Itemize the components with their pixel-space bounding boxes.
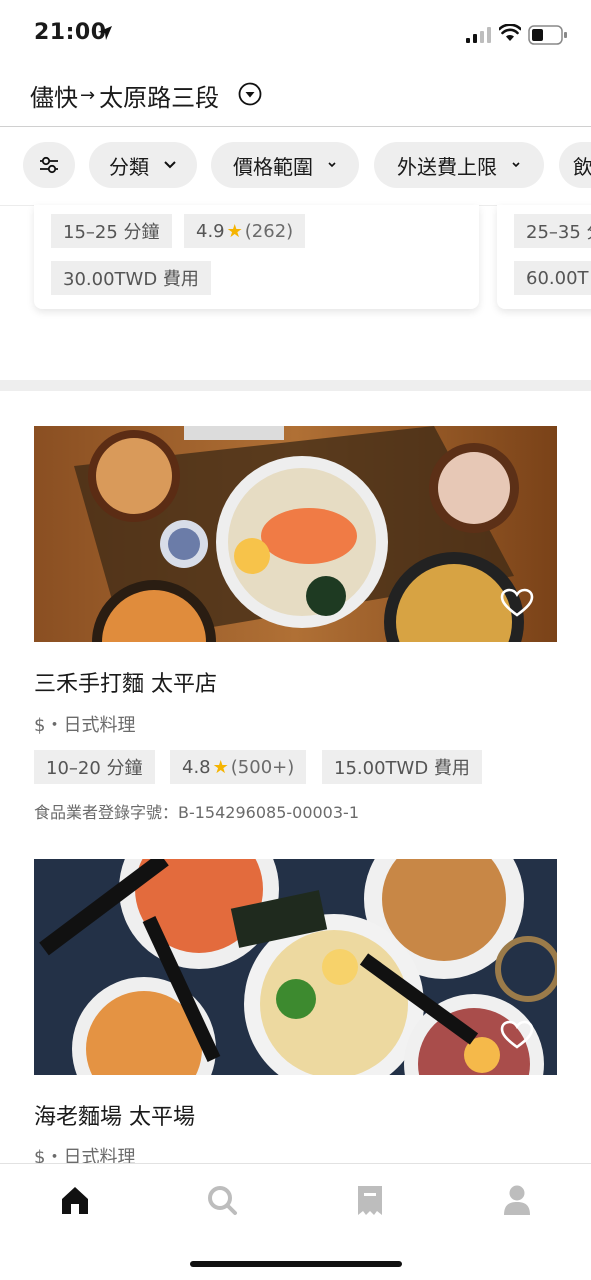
filter-more-label: 飲 (573, 154, 591, 179)
ramen-photo (34, 426, 557, 642)
delivery-fee-text: 15.00TWD 費用 (334, 758, 470, 779)
delivery-time-tag: 15–25 分鐘 (51, 214, 172, 248)
nav-orders-button[interactable] (350, 1180, 390, 1220)
favorite-heart-icon[interactable] (500, 1020, 534, 1050)
battery-icon (528, 25, 567, 45)
home-icon (62, 1187, 88, 1214)
delivery-time-tag: 10–20 分鐘 (34, 750, 155, 784)
filter-category-label: 分類 (109, 154, 149, 179)
route-arrow: → (80, 85, 96, 106)
nav-home-button[interactable] (55, 1180, 95, 1220)
star-icon: ★ (226, 220, 243, 242)
orders-icon (358, 1186, 382, 1215)
chevron-down-icon (328, 162, 336, 168)
restaurant-category: $・日式料理 (34, 715, 136, 736)
favorite-heart-icon[interactable] (500, 588, 534, 618)
dropdown-circle-icon[interactable] (238, 82, 262, 106)
delivery-header: 儘快 → 太原路三段 (0, 66, 591, 126)
delivery-fee-text: 30.00TWD 費用 (63, 269, 199, 290)
location-arrow-icon (98, 26, 112, 40)
nav-account-button[interactable] (497, 1180, 537, 1220)
account-icon (504, 1185, 530, 1215)
restaurant-image[interactable] (34, 426, 557, 642)
delivery-time-text: 25–35 分 (526, 222, 591, 243)
restaurant-image[interactable] (34, 859, 557, 1075)
filter-bar: 分類 價格範圍 外送費上限 飲 (0, 127, 591, 205)
delivery-fee-text: 60.00T (526, 267, 589, 289)
delivery-address-selector[interactable]: 儘快 → 太原路三段 (30, 78, 219, 113)
delivery-time-text: 15–25 分鐘 (63, 222, 160, 243)
filter-settings-button[interactable] (23, 142, 75, 188)
restaurant-name[interactable]: 三禾手打麵 太平店 (34, 666, 217, 698)
rating-value: 4.8 (182, 756, 211, 778)
delivery-fee-tag: 30.00TWD 費用 (51, 261, 211, 295)
restaurant-name[interactable]: 海老麵場 太平場 (34, 1099, 195, 1131)
delivery-time-tag: 25–35 分 (514, 214, 591, 248)
rating-value: 4.9 (196, 220, 225, 242)
section-separator (0, 380, 591, 391)
home-indicator (190, 1261, 402, 1267)
star-icon: ★ (212, 756, 229, 778)
sliders-icon (40, 156, 58, 174)
filter-delivery-fee-button[interactable]: 外送費上限 (374, 142, 544, 188)
food-business-registration: 食品業者登錄字號：B-154296085-00003-1 (34, 803, 359, 822)
review-count: (500+) (230, 756, 295, 778)
delivery-time-text: 10–20 分鐘 (46, 758, 143, 779)
filter-fee-label: 外送費上限 (397, 154, 497, 179)
delivery-time-label: 儘快 (30, 84, 78, 112)
filter-price-button[interactable]: 價格範圍 (211, 142, 359, 188)
rating-tag: 4.9 ★ (262) (184, 214, 306, 248)
chevron-down-icon (164, 161, 176, 169)
wifi-icon (499, 24, 521, 41)
filter-category-button[interactable]: 分類 (89, 142, 197, 188)
signal-icon (466, 27, 491, 43)
ramen-photo (34, 859, 557, 1075)
search-icon (208, 1186, 237, 1215)
rating-tag: 4.8 ★ (500+) (170, 750, 307, 784)
filter-price-label: 價格範圍 (233, 154, 313, 179)
nav-search-button[interactable] (202, 1180, 242, 1220)
restaurant-card-partial[interactable]: 25–35 分 60.00T (497, 205, 591, 309)
filter-more-button[interactable]: 飲 (559, 142, 591, 188)
review-count: (262) (244, 220, 294, 242)
status-bar: 21:00 (0, 0, 591, 66)
delivery-fee-tag: 60.00T (514, 261, 591, 295)
app-screen: 21:00 儘快 → 太原路三段 分類 價格範圍 外送費上限 飲 15–25 分… (0, 0, 591, 1280)
restaurant-card-partial[interactable]: 15–25 分鐘 4.9 ★ (262) 30.00TWD 費用 (34, 205, 479, 309)
delivery-destination: 太原路三段 (99, 84, 220, 112)
status-time: 21:00 (34, 20, 107, 45)
delivery-fee-tag: 15.00TWD 費用 (322, 750, 482, 784)
chevron-down-icon (512, 162, 520, 168)
